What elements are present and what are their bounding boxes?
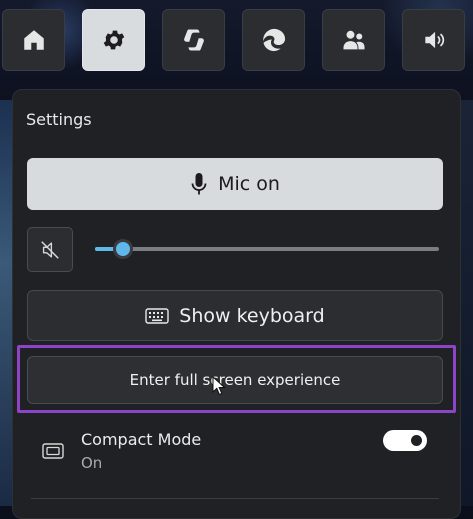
mic-button-label: Mic on (218, 173, 280, 195)
highlight-box (17, 345, 456, 413)
compact-mode-toggle-knob (411, 435, 422, 446)
home-tile[interactable] (2, 9, 65, 71)
panel-divider (31, 498, 439, 499)
volume-slider[interactable] (95, 247, 439, 251)
gear-icon (103, 30, 124, 50)
desktop-background-right (461, 100, 473, 506)
copilot-icon (183, 29, 204, 51)
edge-tile[interactable] (242, 9, 305, 71)
copilot-tile[interactable] (162, 9, 225, 71)
compact-mode-icon (42, 443, 64, 459)
volume-slider-thumb[interactable] (113, 239, 133, 259)
mute-button[interactable] (27, 227, 73, 272)
keyboard-icon (145, 307, 169, 324)
panel-title: Settings (26, 110, 92, 129)
people-tile[interactable] (322, 9, 385, 71)
keyboard-button-label: Show keyboard (179, 304, 325, 327)
volume-icon (424, 31, 444, 49)
settings-tile[interactable] (82, 9, 145, 71)
compact-mode-state: On (81, 454, 103, 472)
compact-mode-label: Compact Mode (81, 430, 202, 449)
mic-toggle-button[interactable]: Mic on (27, 158, 443, 210)
speaker-muted-icon (41, 240, 59, 259)
home-icon (23, 30, 44, 50)
volume-tile[interactable] (402, 9, 465, 71)
microphone-icon (191, 173, 207, 195)
show-keyboard-button[interactable]: Show keyboard (27, 290, 443, 341)
mouse-cursor-icon (212, 376, 226, 396)
edge-icon (262, 28, 285, 52)
compact-mode-toggle[interactable] (383, 430, 427, 451)
people-icon (343, 30, 364, 50)
